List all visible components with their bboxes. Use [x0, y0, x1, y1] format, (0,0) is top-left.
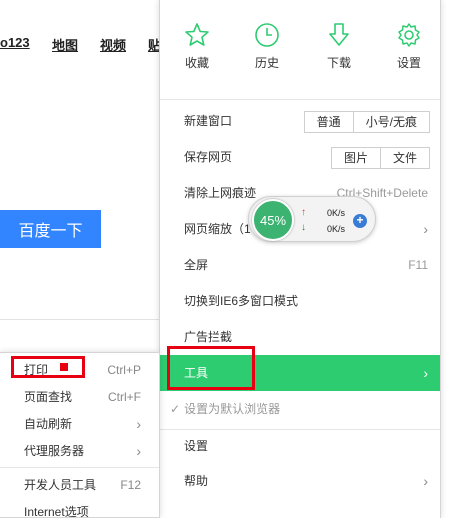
save-as-file-button[interactable]: 文件 — [381, 148, 429, 168]
upload-speed: 0K/s — [327, 208, 346, 218]
settings-button[interactable]: 设置 — [384, 22, 434, 71]
favorites-button[interactable]: 收藏 — [172, 22, 222, 71]
default-browser-label: 设置为默认浏览器 — [184, 402, 281, 416]
history-button[interactable]: 历史 — [242, 22, 292, 71]
nav-link-video[interactable]: 视频 — [100, 35, 126, 54]
menu-item-new-window: 新建窗口 普通 小号/无痕 — [160, 103, 440, 139]
print-marker — [60, 363, 68, 371]
speed-percent-badge: 45% — [252, 199, 294, 241]
history-label: 历史 — [254, 56, 279, 70]
menu-separator — [160, 99, 440, 100]
submenu-separator — [0, 467, 159, 468]
print-highlight-box — [11, 356, 85, 378]
background-nav: o123 地图 视频 贴 — [0, 30, 161, 53]
download-icon — [329, 23, 349, 46]
help-chevron-right-icon: › — [423, 473, 428, 489]
network-speed-widget[interactable]: 45% ↑ ↓ 0K/s 0K/s + — [248, 196, 376, 242]
background-divider — [0, 319, 160, 320]
adblock-label: 广告拦截 — [184, 330, 233, 344]
browser-main-menu: 收藏 历史 下载 设置 新建窗口 普通 小号/无痕 保存网页 图片 文件 清除上… — [159, 0, 441, 518]
menu-item-save-page: 保存网页 图片 文件 — [160, 139, 440, 175]
save-page-options: 图片 文件 — [330, 147, 430, 169]
download-arrow-icon: ↓ — [301, 222, 306, 233]
menu-item-help[interactable]: 帮助 › — [160, 463, 440, 499]
find-shortcut: Ctrl+F — [108, 390, 141, 404]
submenu-item-dev-tools[interactable]: 开发人员工具 F12 — [0, 472, 159, 498]
nav-link-hao123[interactable]: o123 — [0, 35, 30, 50]
menu-item-ie6-mode[interactable]: 切换到IE6多窗口模式 — [160, 283, 440, 319]
settings-label: 设置 — [396, 56, 421, 70]
nav-link-map[interactable]: 地图 — [52, 35, 78, 54]
new-window-options: 普通 小号/无痕 — [303, 111, 430, 133]
download-label: 下载 — [326, 56, 351, 70]
submenu-item-auto-refresh[interactable]: 自动刷新 › — [0, 411, 159, 437]
zoom-chevron-right-icon: › — [423, 221, 428, 237]
plus-icon[interactable]: + — [353, 214, 367, 228]
menu-icon-row: 收藏 历史 下载 设置 — [160, 22, 440, 82]
download-speed: 0K/s — [327, 224, 346, 234]
new-window-label: 新建窗口 — [184, 114, 233, 128]
tools-chevron-right-icon: › — [423, 365, 428, 381]
clear-history-label: 清除上网痕迹 — [184, 186, 257, 200]
dev-tools-shortcut: F12 — [120, 478, 141, 492]
save-as-image-button[interactable]: 图片 — [332, 148, 381, 168]
ie6-mode-label: 切换到IE6多窗口模式 — [184, 294, 299, 308]
upload-arrow-icon: ↑ — [301, 207, 306, 218]
fullscreen-label: 全屏 — [184, 258, 209, 272]
submenu-item-proxy[interactable]: 代理服务器 › — [0, 438, 159, 464]
print-shortcut: Ctrl+P — [107, 363, 141, 377]
submenu-item-find[interactable]: 页面查找 Ctrl+F — [0, 384, 159, 410]
tools-highlight-box — [167, 346, 255, 390]
submenu-item-internet-options[interactable]: Internet选项 — [0, 499, 159, 518]
dev-tools-label: 开发人员工具 — [24, 478, 97, 492]
menu-item-fullscreen[interactable]: 全屏 F11 — [160, 247, 440, 283]
menu-item-default-browser[interactable]: ✓ 设置为默认浏览器 — [160, 391, 440, 427]
settings-item-label: 设置 — [184, 439, 209, 453]
favorites-label: 收藏 — [184, 56, 209, 70]
auto-refresh-label: 自动刷新 — [24, 417, 73, 431]
new-window-normal-button[interactable]: 普通 — [305, 112, 354, 132]
star-icon — [185, 23, 209, 46]
save-page-label: 保存网页 — [184, 150, 233, 164]
fullscreen-shortcut: F11 — [408, 258, 428, 272]
auto-refresh-chevron-right-icon: › — [136, 416, 141, 432]
find-label: 页面查找 — [24, 390, 73, 404]
proxy-label: 代理服务器 — [24, 444, 85, 458]
search-button[interactable]: 百度一下 — [0, 210, 101, 248]
new-window-incognito-button[interactable]: 小号/无痕 — [354, 112, 429, 132]
gear-icon — [398, 23, 420, 47]
proxy-chevron-right-icon: › — [136, 443, 141, 459]
checkmark-icon: ✓ — [170, 402, 181, 416]
menu-item-settings[interactable]: 设置 — [160, 428, 440, 464]
clock-icon — [255, 23, 279, 47]
internet-options-label: Internet选项 — [24, 505, 89, 518]
zoom-label: 网页缩放（1 — [184, 222, 251, 236]
help-label: 帮助 — [184, 474, 209, 488]
download-button[interactable]: 下载 — [314, 22, 364, 71]
